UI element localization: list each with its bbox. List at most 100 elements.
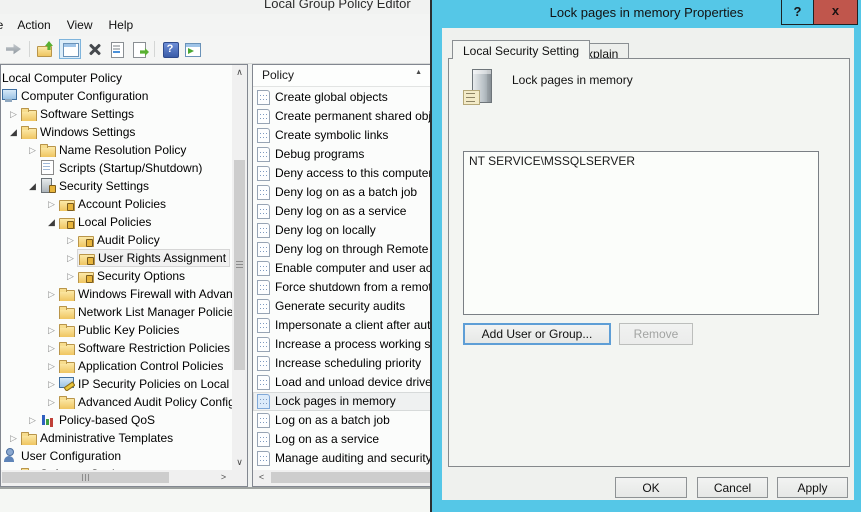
list-hscroll-thumb[interactable] <box>271 472 432 483</box>
policy-row[interactable]: Deny access to this computer from the ne… <box>253 164 434 183</box>
expander-icon[interactable]: ▷ <box>64 249 77 267</box>
tree-item[interactable]: Scripts (Startup/Shutdown) <box>1 159 232 177</box>
tree-vertical-scrollbar[interactable]: ∧ ∨ <box>232 65 247 470</box>
policy-row-label: Deny log on as a batch job <box>275 185 417 199</box>
tree-item[interactable]: ▷User Rights Assignment <box>1 249 232 267</box>
tree-item[interactable]: Computer Configuration <box>1 87 232 105</box>
menu-action[interactable]: Action <box>9 14 58 36</box>
policy-column-header[interactable]: Policy ▲ <box>253 65 434 87</box>
expander-icon[interactable]: ▷ <box>7 105 20 123</box>
scroll-left-icon[interactable]: < <box>254 470 269 485</box>
tree-item[interactable]: ▷Security Options <box>1 267 232 285</box>
expander-icon[interactable]: ▷ <box>45 285 58 303</box>
window-titlebar[interactable]: Local Group Policy Editor <box>0 0 436 14</box>
policy-row[interactable]: Generate security audits <box>253 297 434 316</box>
policy-row[interactable]: Deny log on locally <box>253 221 434 240</box>
expander-icon[interactable]: ▷ <box>64 231 77 249</box>
expander-icon[interactable]: ▷ <box>45 357 58 375</box>
menu-bar: FileActionViewHelp <box>0 14 436 36</box>
policy-row[interactable]: Deny log on through Remote Desktop Servi… <box>253 240 434 259</box>
tree-item[interactable]: ▷Audit Policy <box>1 231 232 249</box>
folder-up-icon[interactable] <box>37 41 53 57</box>
list-horizontal-scrollbar[interactable]: < <box>253 470 433 486</box>
expander-icon[interactable]: ▷ <box>45 339 58 357</box>
policy-row[interactable]: Create global objects <box>253 88 434 107</box>
members-listbox[interactable]: NT SERVICE\MSSQLSERVER <box>463 151 819 315</box>
expander-icon[interactable]: ◢ <box>45 213 58 231</box>
policy-row[interactable]: Deny log on as a batch job <box>253 183 434 202</box>
policy-row[interactable]: Increase scheduling priority <box>253 354 434 373</box>
expander-icon[interactable]: ▷ <box>45 375 58 393</box>
policy-row-label: Create permanent shared objects <box>275 109 434 123</box>
policy-row[interactable]: Log on as a batch job <box>253 411 434 430</box>
scroll-down-icon[interactable]: ∨ <box>232 455 247 470</box>
menu-view[interactable]: View <box>59 14 101 36</box>
apply-button[interactable]: Apply <box>777 477 848 498</box>
properties-icon[interactable] <box>109 41 125 57</box>
policy-row[interactable]: Increase a process working set <box>253 335 434 354</box>
tree-item[interactable]: ▷IP Security Policies on Local Computer <box>1 375 232 393</box>
tree-item[interactable]: Local Computer Policy <box>1 69 232 87</box>
expander-icon[interactable]: ▷ <box>45 195 58 213</box>
help-icon[interactable] <box>162 41 178 57</box>
policy-row[interactable]: Load and unload device drivers <box>253 373 434 392</box>
menu-file[interactable]: File <box>0 14 9 36</box>
forward-arrow-icon[interactable] <box>6 41 22 57</box>
menu-help[interactable]: Help <box>101 14 142 36</box>
console-tree-toggle-icon[interactable] <box>59 39 81 59</box>
tree-item[interactable]: ▷Name Resolution Policy <box>1 141 232 159</box>
policy-row[interactable]: Lock pages in memory <box>253 392 434 411</box>
expander-icon[interactable]: ▷ <box>45 393 58 411</box>
policy-row[interactable]: Log on as a service <box>253 430 434 449</box>
expander-icon[interactable]: ▷ <box>7 429 20 447</box>
tree-item[interactable]: ▷Administrative Templates <box>1 429 232 447</box>
tree-item[interactable]: ▷Windows Firewall with Advanced Security <box>1 285 232 303</box>
dialog-help-button[interactable]: ? <box>782 0 813 24</box>
expander-icon[interactable]: ◢ <box>26 177 39 195</box>
expander-icon[interactable]: ▷ <box>45 321 58 339</box>
tree-item[interactable]: ◢Windows Settings <box>1 123 232 141</box>
tree-item[interactable]: ▷Public Key Policies <box>1 321 232 339</box>
tree-item[interactable]: ▷Advanced Audit Policy Configuration <box>1 393 232 411</box>
policy-row[interactable]: Debug programs <box>253 145 434 164</box>
delete-icon[interactable] <box>87 41 103 57</box>
policy-row[interactable]: Manage auditing and security log <box>253 449 434 468</box>
expander-icon[interactable]: ◢ <box>7 123 20 141</box>
tab-local-security-setting[interactable]: Local Security Setting <box>452 40 590 59</box>
member-item[interactable]: NT SERVICE\MSSQLSERVER <box>464 152 818 169</box>
tree-item[interactable]: ◢Local Policies <box>1 213 232 231</box>
policy-row[interactable]: Create symbolic links <box>253 126 434 145</box>
policy-row[interactable]: Deny log on as a service <box>253 202 434 221</box>
policy-row[interactable]: Impersonate a client after authenticatio… <box>253 316 434 335</box>
tree-hscroll-thumb[interactable] <box>2 472 169 483</box>
tree-item[interactable]: ▷Software Restriction Policies <box>1 339 232 357</box>
new-window-icon[interactable] <box>184 41 200 57</box>
policy-row[interactable]: Force shutdown from a remote system <box>253 278 434 297</box>
tree-item[interactable]: Network List Manager Policies <box>1 303 232 321</box>
policy-row-label: Increase a process working set <box>275 337 434 351</box>
expander-icon[interactable]: ▷ <box>26 411 39 429</box>
remove-button[interactable]: Remove <box>619 323 693 345</box>
expander-icon[interactable]: ▷ <box>64 267 77 285</box>
add-user-or-group-button[interactable]: Add User or Group... <box>463 323 611 345</box>
tree-item[interactable]: ▷Software Settings <box>1 105 232 123</box>
scroll-right-icon[interactable]: > <box>216 470 231 485</box>
tree-vscroll-thumb[interactable] <box>234 160 245 370</box>
folder-icon <box>59 286 75 301</box>
scroll-up-icon[interactable]: ∧ <box>232 65 247 80</box>
ok-button[interactable]: OK <box>615 477 687 498</box>
expander-icon[interactable]: ▷ <box>26 141 39 159</box>
toolbar <box>0 36 436 64</box>
tree-item[interactable]: ▷Account Policies <box>1 195 232 213</box>
cancel-button[interactable]: Cancel <box>697 477 768 498</box>
policy-doc-icon <box>257 109 270 124</box>
export-list-icon[interactable] <box>131 41 147 57</box>
tree-item[interactable]: ◢Security Settings <box>1 177 232 195</box>
tree-item[interactable]: User Configuration <box>1 447 232 465</box>
tree-horizontal-scrollbar[interactable]: > <box>1 470 232 486</box>
policy-row[interactable]: Create permanent shared objects <box>253 107 434 126</box>
tree-item[interactable]: ▷Policy-based QoS <box>1 411 232 429</box>
dialog-close-button[interactable]: x <box>813 0 857 24</box>
policy-row[interactable]: Enable computer and user accounts to be … <box>253 259 434 278</box>
tree-item[interactable]: ▷Application Control Policies <box>1 357 232 375</box>
